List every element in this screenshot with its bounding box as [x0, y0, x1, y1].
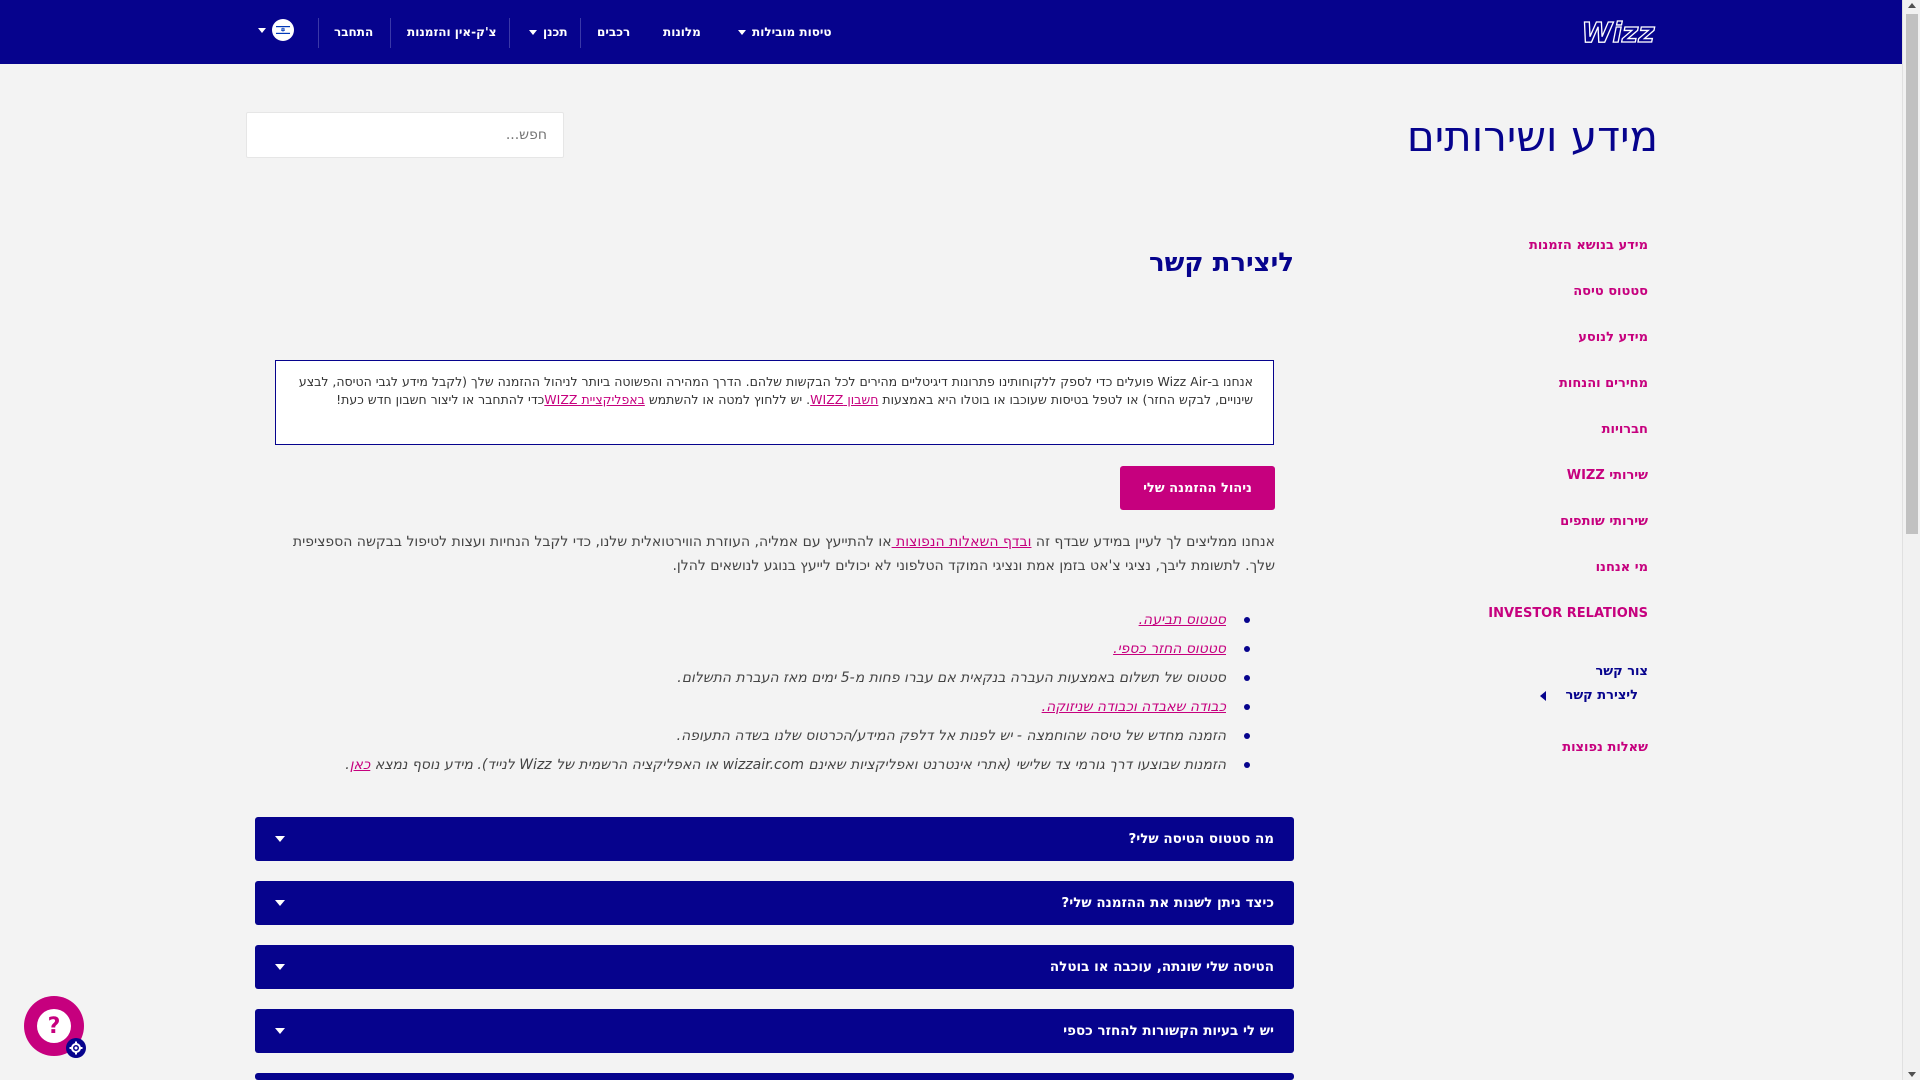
nav-divider: [509, 18, 510, 48]
accordion-label: מה סטטוס הטיסה שלי?: [1128, 831, 1274, 847]
gear-icon[interactable]: [66, 1038, 86, 1058]
info-text-2: . יש ללחוץ למטה או להשתמש: [644, 392, 811, 407]
help-chat-button[interactable]: ?: [24, 996, 86, 1058]
paragraph-text-1: אנחנו ממליצים לך לעיין במידע שבדף זה: [1031, 534, 1275, 550]
israel-flag-icon: [272, 19, 294, 41]
top-navigation-bar: Wizz טיסות מובילות מלונות רכבים תכנן צ'ק…: [0, 0, 1902, 64]
nav-cars-label: רכבים: [597, 25, 631, 39]
faq-link[interactable]: ובדף השאלות הנפוצות: [892, 534, 1031, 550]
lost-baggage-link[interactable]: כבודה שאבדה וכבודה שניזוקה.: [1042, 699, 1226, 715]
wizz-app-link[interactable]: באפליקציית WIZZ: [544, 392, 645, 407]
sidebar-nav: מידע בנושא הזמנות סטטוס טיסה מידע לנוסע …: [1388, 234, 1648, 782]
list-item: כבודה שאבדה וכבודה שניזוקה.: [280, 695, 1250, 724]
nav-divider: [390, 18, 391, 48]
sidebar-item-wizz-services[interactable]: שירותי WIZZ: [1388, 464, 1648, 510]
chevron-down-icon: [275, 900, 285, 906]
sidebar-item-contact-us-label: ליצירת קשר: [1565, 688, 1639, 703]
accordion-refund-issues[interactable]: יש לי בעיות הקשורות להחזר כספי: [255, 1009, 1294, 1053]
svg-text:Wizz: Wizz: [1581, 16, 1655, 49]
chevron-down-icon: [275, 964, 285, 970]
list-item: הזמנות שבוצעו דרך גורמי צד שלישי (אתרי א…: [280, 753, 1250, 782]
nav-divider: [580, 18, 581, 48]
scroll-down-icon[interactable]: [1908, 1072, 1916, 1077]
info-box: אנחנו ב-Wizz Air פועלים כדי לספק ללקוחות…: [275, 360, 1274, 445]
accordion-change-booking[interactable]: כיצד ניתן לשנות את ההזמנה שלי?: [255, 881, 1294, 925]
chevron-down-icon: [275, 836, 285, 842]
sidebar-item-flight-status[interactable]: סטטוס טיסה: [1388, 280, 1648, 326]
here-link[interactable]: כאן: [350, 757, 371, 773]
claim-status-link[interactable]: סטטוס תביעה.: [1139, 612, 1226, 628]
nav-login[interactable]: התחבר: [334, 0, 373, 64]
intro-paragraph: אנחנו ממליצים לך לעיין במידע שבדף זה ובד…: [275, 530, 1275, 578]
third-party-text: הזמנות שבוצעו דרך גורמי צד שלישי (אתרי א…: [370, 757, 1226, 773]
page-scrollbar[interactable]: [1902, 0, 1920, 1080]
nav-hotels-label: מלונות: [663, 25, 701, 39]
wizz-account-link[interactable]: חשבון WIZZ: [810, 392, 878, 407]
accordion-label: כיצד ניתן לשנות את ההזמנה שלי?: [1061, 895, 1274, 911]
search-input[interactable]: [246, 112, 564, 158]
nav-checkin[interactable]: צ'ק-אין והזמנות: [407, 0, 497, 64]
bank-transfer-text: סטטוס של תשלום באמצעות העברה בנקאית אם ע…: [677, 670, 1226, 686]
nav-cars[interactable]: רכבים: [597, 0, 630, 64]
chevron-down-icon: [275, 1028, 285, 1034]
manage-booking-button[interactable]: ניהול ההזמנה שלי: [1120, 466, 1275, 510]
nav-login-label: התחבר: [334, 25, 374, 39]
sidebar-group-contact[interactable]: צור קשר: [1388, 660, 1648, 684]
nav-checkin-label: צ'ק-אין והזמנות: [407, 25, 497, 39]
nav-plan[interactable]: תכנן: [523, 0, 568, 64]
nav-hotels[interactable]: מלונות: [663, 0, 701, 64]
sidebar-item-partner-services[interactable]: שירותי שותפים: [1388, 510, 1648, 556]
nav-flights[interactable]: טיסות מובילות: [732, 0, 832, 64]
accordion-flight-status[interactable]: מה סטטוס הטיסה שלי?: [255, 817, 1294, 861]
sidebar-item-faq[interactable]: שאלות נפוצות: [1388, 736, 1648, 782]
sidebar-item-investor-relations[interactable]: INVESTOR RELATIONS: [1388, 602, 1648, 648]
accordion-label: הטיסה שלי שונתה, עוכבה או בוטלה: [1049, 959, 1274, 975]
language-selector[interactable]: [258, 18, 294, 42]
list-item: הזמנה מחדש של טיסה שהוחמצה - יש לפנות אל…: [280, 724, 1250, 753]
list-item: סטטוס תביעה.: [280, 608, 1250, 637]
chevron-down-icon: [258, 27, 266, 33]
list-item: סטטוס החזר כספי.: [280, 637, 1250, 666]
wizz-logo[interactable]: Wizz: [1578, 12, 1658, 52]
caret-left-icon: [1539, 691, 1546, 701]
accordion-label: יש לי בעיות הקשורות להחזר כספי: [1063, 1023, 1274, 1039]
sidebar-item-bookings[interactable]: מידע בנושא הזמנות: [1388, 234, 1648, 280]
scroll-thumb[interactable]: [1906, 14, 1918, 534]
topics-list: סטטוס תביעה. סטטוס החזר כספי. סטטוס של ת…: [280, 608, 1250, 782]
question-mark-icon: ?: [37, 1009, 71, 1043]
sidebar-item-passenger-info[interactable]: מידע לנוסע: [1388, 326, 1648, 372]
chevron-down-icon: [529, 29, 537, 35]
accordion-flight-changed[interactable]: הטיסה שלי שונתה, עוכבה או בוטלה: [255, 945, 1294, 989]
chevron-down-icon: [738, 29, 746, 35]
section-title: ליצירת קשר: [1149, 248, 1294, 278]
sidebar-item-memberships[interactable]: חברויות: [1388, 418, 1648, 464]
sidebar-item-about-us[interactable]: מי אנחנו: [1388, 556, 1648, 602]
page-title: מידע ושירותים: [1406, 112, 1658, 161]
sidebar-item-prices[interactable]: מחירים והנחות: [1388, 372, 1648, 418]
scroll-up-icon[interactable]: [1908, 3, 1916, 8]
nav-plan-label: תכנן: [543, 25, 568, 39]
accordion-next-partial[interactable]: [255, 1073, 1294, 1080]
refund-status-link[interactable]: סטטוס החזר כספי.: [1113, 641, 1226, 657]
info-text-3: כדי להתחבר או ליצור חשבון חדש כעת!: [336, 392, 545, 407]
sidebar-item-contact-us[interactable]: ליצירת קשר: [1388, 684, 1648, 708]
nav-divider: [318, 18, 319, 48]
list-item: סטטוס של תשלום באמצעות העברה בנקאית אם ע…: [280, 666, 1250, 695]
missed-flight-text: הזמנה מחדש של טיסה שהוחמצה - יש לפנות אל…: [676, 728, 1226, 744]
nav-flights-label: טיסות מובילות: [752, 25, 832, 39]
